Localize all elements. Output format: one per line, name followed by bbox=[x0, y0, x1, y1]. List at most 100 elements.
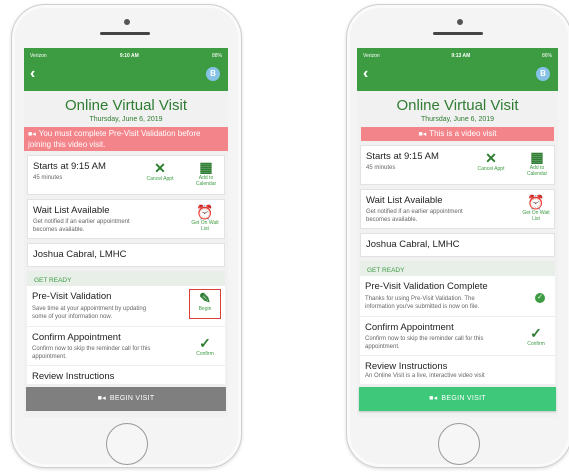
confirm-item: Confirm Appointment Confirm now to skip … bbox=[27, 327, 225, 366]
confirm-label: Confirm bbox=[196, 351, 214, 357]
cancel-appt-label: Cancel Appt bbox=[477, 166, 505, 172]
provider-name: Joshua Cabral, LMHC bbox=[33, 249, 127, 260]
page-title: Online Virtual Visit bbox=[396, 97, 519, 114]
begin-visit-button[interactable]: ■◂ BEGIN VISIT bbox=[359, 387, 556, 411]
wait-list-title: Wait List Available bbox=[33, 205, 110, 216]
confirm-desc: Confirm now to skip the reminder call fo… bbox=[365, 336, 484, 350]
carrier: Verizon bbox=[363, 52, 380, 59]
back-button[interactable]: ‹ bbox=[363, 65, 368, 83]
visit-date: Thursday, June 6, 2019 bbox=[420, 116, 495, 123]
review-title: Review Instructions bbox=[365, 361, 448, 372]
duration: 45 minutes bbox=[366, 165, 396, 171]
screen-right: Verizon 9:13 AM 86% ‹ B Online Virtual V… bbox=[357, 48, 558, 417]
start-time-card: Starts at 9:15 AM 45 minutes ✕ Cancel Ap… bbox=[360, 145, 555, 185]
begin-visit-label: BEGIN VISIT bbox=[441, 395, 486, 402]
screen-left: Verizon 9:10 AM 88% ‹ B Online Virtual V… bbox=[24, 48, 228, 417]
wait-list-desc: Get notified if an earlier appointment b… bbox=[33, 219, 130, 233]
wait-list-label: Get On Wait List bbox=[191, 220, 219, 232]
cancel-appt-label: Cancel Appt bbox=[146, 176, 174, 182]
calendar-icon: ▦ bbox=[199, 159, 213, 175]
start-time: Starts at 9:15 AM bbox=[33, 161, 106, 172]
video-visit-banner: ■◂ This is a video visit bbox=[361, 127, 554, 141]
confirm-button[interactable]: ✓ Confirm bbox=[520, 325, 552, 347]
wait-list-title: Wait List Available bbox=[366, 195, 443, 206]
avatar[interactable]: B bbox=[206, 67, 220, 81]
video-camera-icon: ■◂ bbox=[28, 131, 36, 138]
begin-visit-button[interactable]: ■◂ BEGIN VISIT bbox=[26, 387, 226, 411]
wait-list-button[interactable]: ⏰ Get On Wait List bbox=[519, 194, 553, 222]
begin-validation-button[interactable]: ✎ Begin bbox=[189, 289, 221, 319]
status-bar: Verizon 9:10 AM 88% bbox=[24, 48, 228, 63]
begin-visit-label: BEGIN VISIT bbox=[109, 395, 155, 402]
start-time-card: Starts at 9:15 AM 45 minutes ✕ Cancel Ap… bbox=[27, 155, 225, 195]
close-icon: ✕ bbox=[485, 150, 497, 166]
video-camera-icon: ■◂ bbox=[97, 395, 106, 402]
check-icon: ✓ bbox=[530, 325, 542, 341]
back-button[interactable]: ‹ bbox=[30, 65, 35, 83]
battery: 86% bbox=[541, 52, 552, 59]
front-camera bbox=[124, 19, 130, 25]
provider-name: Joshua Cabral, LMHC bbox=[366, 239, 460, 250]
wait-list-card: Wait List Available Get notified if an e… bbox=[27, 199, 225, 239]
home-button[interactable] bbox=[106, 423, 148, 465]
status-bar: Verizon 9:13 AM 86% bbox=[357, 48, 558, 63]
speaker bbox=[100, 32, 150, 35]
add-to-calendar-label: Add to Calendar bbox=[526, 165, 548, 177]
add-to-calendar-button[interactable]: ▦ Add to Calendar bbox=[521, 149, 553, 177]
pre-visit-title: Pre-Visit Validation bbox=[32, 291, 112, 302]
review-desc: An Online Visit is a live, interactive v… bbox=[365, 373, 485, 379]
pre-visit-desc: Save time at your appointment by updatin… bbox=[32, 306, 147, 320]
provider-card[interactable]: Joshua Cabral, LMHC bbox=[27, 243, 225, 267]
close-icon: ✕ bbox=[154, 160, 166, 176]
cancel-appt-button[interactable]: ✕ Cancel Appt bbox=[471, 150, 511, 172]
pre-visit-desc: Thanks for using Pre-Visit Validation. T… bbox=[365, 296, 480, 310]
video-camera-icon: ■◂ bbox=[429, 395, 438, 402]
wait-list-button[interactable]: ⏰ Get On Wait List bbox=[188, 204, 222, 232]
home-button[interactable] bbox=[438, 423, 480, 465]
wait-list-desc: Get notified if an earlier appointment b… bbox=[366, 209, 463, 223]
start-time: Starts at 9:15 AM bbox=[366, 151, 439, 162]
duration: 45 minutes bbox=[33, 175, 63, 181]
get-ready-header: GET READY bbox=[360, 261, 555, 276]
app-header: Verizon 9:10 AM 88% ‹ B bbox=[24, 48, 228, 91]
check-icon: ✓ bbox=[199, 335, 211, 351]
calendar-icon: ▦ bbox=[530, 149, 544, 165]
cancel-appt-button[interactable]: ✕ Cancel Appt bbox=[140, 160, 180, 182]
confirm-title: Confirm Appointment bbox=[365, 322, 454, 333]
confirm-title: Confirm Appointment bbox=[32, 332, 121, 343]
check-circle-icon: ✓ bbox=[535, 293, 545, 303]
wait-list-label: Get On Wait List bbox=[522, 210, 550, 222]
visit-date: Thursday, June 6, 2019 bbox=[89, 116, 163, 123]
avatar[interactable]: B bbox=[536, 67, 550, 81]
page-title: Online Virtual Visit bbox=[64, 97, 187, 114]
add-to-calendar-button[interactable]: ▦ Add to Calendar bbox=[190, 159, 222, 187]
pre-visit-item: Pre-Visit Validation Save time at your a… bbox=[27, 286, 225, 327]
review-item[interactable]: Review Instructions bbox=[27, 366, 225, 385]
speaker bbox=[433, 32, 483, 35]
app-header: Verizon 9:13 AM 86% ‹ B bbox=[357, 48, 558, 91]
video-camera-icon: ■◂ bbox=[418, 131, 427, 138]
banner-text: You must complete Pre-Visit Validation b… bbox=[28, 129, 201, 149]
add-to-calendar-label: Add to Calendar bbox=[195, 175, 217, 187]
pre-visit-title: Pre-Visit Validation Complete bbox=[365, 281, 488, 292]
alarm-clock-icon: ⏰ bbox=[527, 194, 545, 210]
confirm-label: Confirm bbox=[527, 341, 545, 347]
alarm-clock-icon: ⏰ bbox=[196, 204, 214, 220]
status-time: 9:13 AM bbox=[451, 52, 471, 59]
review-item[interactable]: Review Instructions An Online Visit is a… bbox=[360, 356, 555, 385]
battery: 88% bbox=[211, 52, 222, 59]
confirm-desc: Confirm now to skip the reminder call fo… bbox=[32, 346, 151, 360]
carrier: Verizon bbox=[30, 52, 47, 59]
begin-validation-label: Begin bbox=[198, 306, 212, 312]
confirm-button[interactable]: ✓ Confirm bbox=[189, 335, 221, 357]
provider-card[interactable]: Joshua Cabral, LMHC bbox=[360, 233, 555, 257]
banner-text: This is a video visit bbox=[429, 129, 497, 138]
status-time: 9:10 AM bbox=[119, 52, 139, 59]
review-title: Review Instructions bbox=[32, 371, 115, 382]
confirm-item: Confirm Appointment Confirm now to skip … bbox=[360, 317, 555, 356]
validation-banner: ■◂ You must complete Pre-Visit Validation… bbox=[24, 127, 228, 151]
pre-visit-complete-item: Pre-Visit Validation Complete Thanks for… bbox=[360, 276, 555, 317]
get-ready-header: GET READY bbox=[27, 271, 225, 286]
edit-icon: ✎ bbox=[199, 290, 211, 306]
wait-list-card: Wait List Available Get notified if an e… bbox=[360, 189, 555, 229]
